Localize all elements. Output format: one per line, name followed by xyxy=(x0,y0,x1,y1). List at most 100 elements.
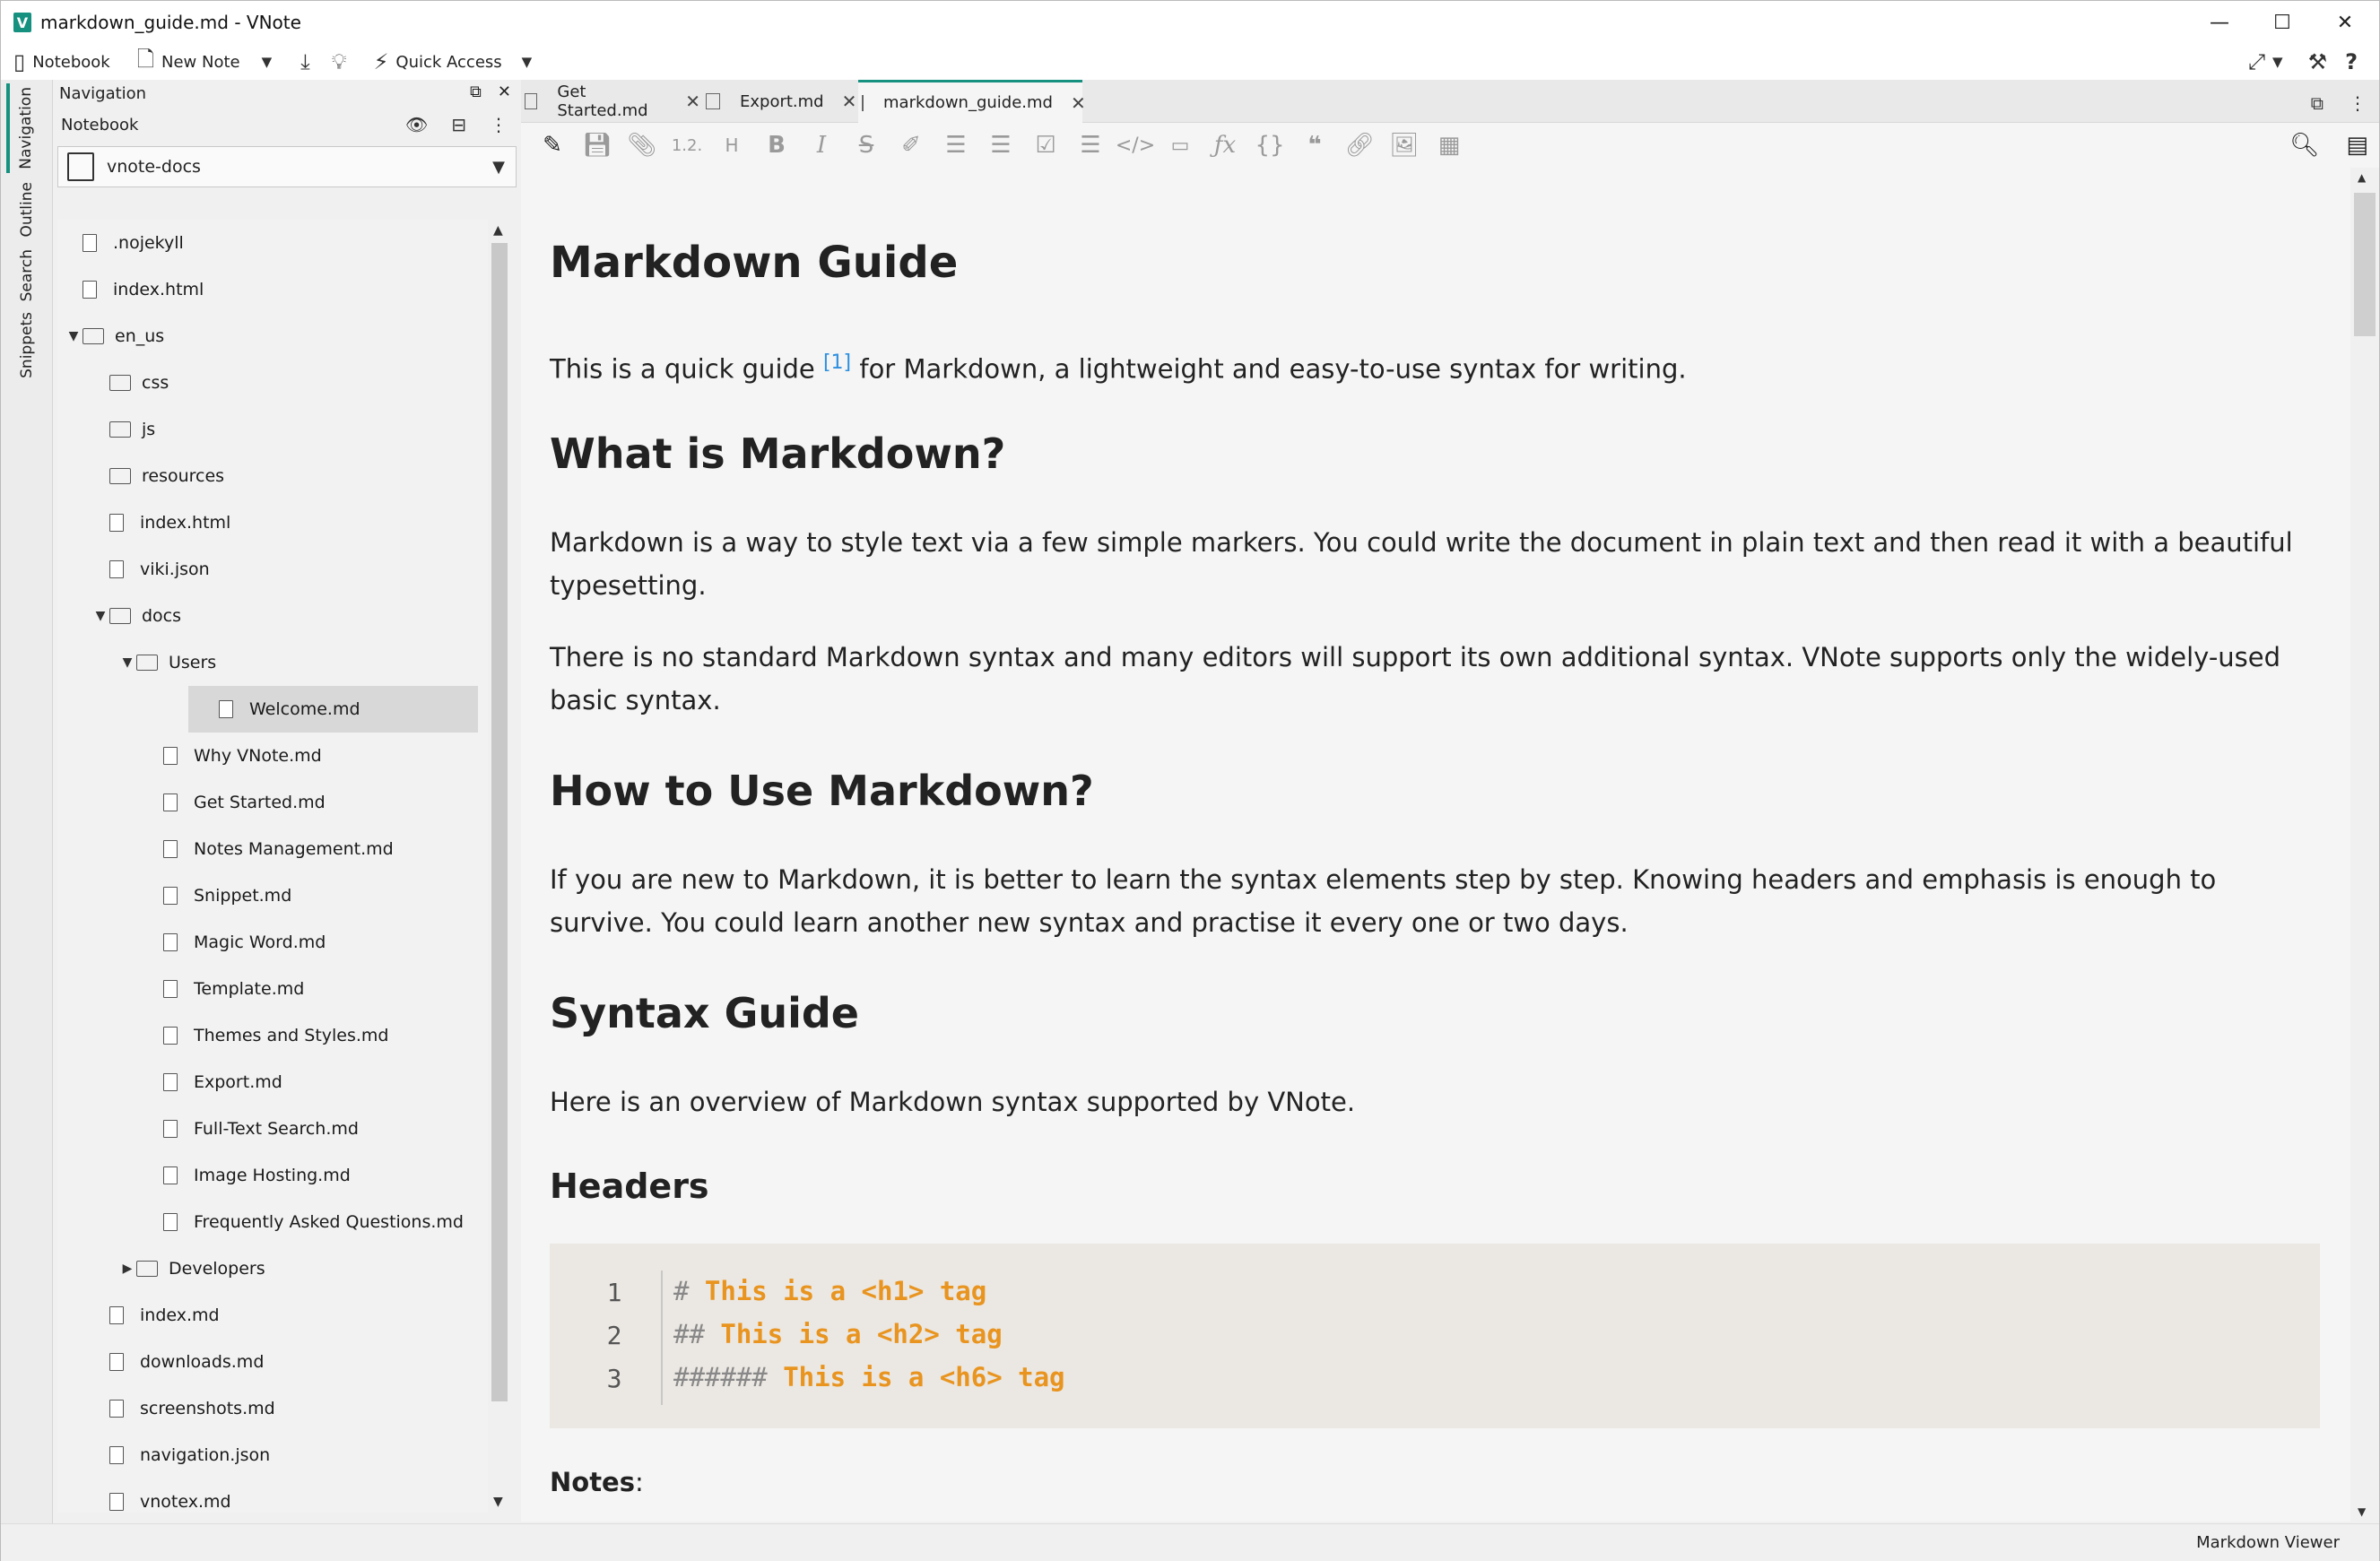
link-icon[interactable]: 🔗︎ xyxy=(1337,132,1382,159)
unordered-list-icon[interactable]: ☰ xyxy=(934,132,978,159)
scroll-down-icon[interactable]: ▼ xyxy=(493,1495,503,1509)
tab-export[interactable]: Export.md ✕ xyxy=(702,80,882,123)
close-button[interactable]: ✕ xyxy=(2315,1,2376,44)
tree-file[interactable]: index.html xyxy=(57,499,491,546)
tree-file[interactable]: Full-Text Search.md xyxy=(57,1106,491,1152)
tab-get-started[interactable]: Get Started.md ✕ xyxy=(521,80,700,123)
expand-arrow-icon[interactable]: ▼ xyxy=(118,655,136,670)
new-note-dropdown-icon[interactable]: ▼ xyxy=(262,54,273,70)
code-block-icon[interactable]: ▭ xyxy=(1158,134,1203,157)
close-tab-icon[interactable]: ✕ xyxy=(685,91,700,112)
tree-file[interactable]: Magic Word.md xyxy=(57,919,491,966)
quote-icon[interactable]: ❝ xyxy=(1292,132,1337,159)
tree-file[interactable]: Why VNote.md xyxy=(57,733,491,779)
tree-folder[interactable]: js xyxy=(57,406,491,453)
tree-item-label: Users xyxy=(169,653,217,672)
footnote-link[interactable]: [1] xyxy=(823,351,851,374)
tree-file[interactable]: vnotex.md xyxy=(57,1479,491,1513)
tree-file[interactable]: Frequently Asked Questions.md xyxy=(57,1199,491,1245)
math-icon[interactable]: ƒx xyxy=(1203,132,1247,159)
manage-notebook-icon[interactable]: ⊟ xyxy=(451,114,466,135)
maximize-button[interactable]: ☐ xyxy=(2252,1,2313,44)
chevron-down-icon[interactable]: ▼ xyxy=(492,158,505,177)
expand-button[interactable]: ⤢ ▼ xyxy=(2243,44,2289,80)
italic-icon[interactable]: I xyxy=(799,132,844,159)
minimize-button[interactable]: — xyxy=(2189,1,2250,44)
tree-file[interactable]: index.html xyxy=(57,266,491,313)
more-options-icon[interactable]: ⋮ xyxy=(490,114,508,135)
tree-file[interactable]: Snippet.md xyxy=(57,872,491,919)
markdown-viewer[interactable]: Markdown Guide This is a quick guide [1]… xyxy=(521,168,2350,1522)
editor-scrollbar-thumb[interactable] xyxy=(2354,193,2376,336)
editor-scrollbar[interactable]: ▲ ▼ xyxy=(2350,168,2379,1522)
math-block-icon[interactable]: {} xyxy=(1247,132,1292,159)
tree-folder[interactable]: ▼ en_us xyxy=(57,313,491,360)
tree-file[interactable]: Image Hosting.md xyxy=(57,1152,491,1199)
save-icon[interactable]: 💾︎ xyxy=(575,132,620,159)
tips-button[interactable]: 💡︎ xyxy=(326,44,360,80)
tree-file[interactable]: Welcome.md xyxy=(188,686,478,733)
activity-snippets[interactable]: Snippets xyxy=(15,311,39,379)
todo-list-icon[interactable]: ☑ xyxy=(1023,132,1068,159)
tree-file[interactable]: downloads.md xyxy=(57,1339,491,1385)
code-block[interactable]: 1 # This is a <h1> tag 2 ## This is a <h… xyxy=(550,1244,2320,1428)
tree-file[interactable]: Themes and Styles.md xyxy=(57,1012,491,1059)
checked-todo-list-icon[interactable]: ☰ xyxy=(1068,132,1113,159)
strikethrough-icon[interactable]: S xyxy=(844,132,889,159)
scroll-up-icon[interactable]: ▲ xyxy=(493,223,503,238)
tree-file[interactable]: viki.json xyxy=(57,546,491,593)
bold-icon[interactable]: B xyxy=(754,132,799,159)
quick-access-button[interactable]: ⚡︎ Quick Access ▼ xyxy=(369,44,538,80)
tree-file[interactable]: Get Started.md xyxy=(57,779,491,826)
notebook-button[interactable]: ▯ Notebook xyxy=(8,44,116,80)
expand-arrow-icon[interactable]: ▼ xyxy=(91,609,109,623)
close-tab-icon[interactable]: ✕ xyxy=(842,91,857,112)
tree-file[interactable]: Export.md xyxy=(57,1059,491,1106)
tab-markdown-guide[interactable]: markdown_guide.md ✕ xyxy=(858,80,1086,123)
notebook-selector[interactable]: vnote-docs ▼ xyxy=(57,146,517,187)
tree-folder[interactable]: ▶ Developers xyxy=(57,1245,491,1292)
tree-folder[interactable]: css xyxy=(57,360,491,406)
new-note-button[interactable]: 🗋 New Note ▼ xyxy=(132,44,277,80)
float-panel-icon[interactable]: ⧉ xyxy=(470,82,482,101)
view-icon[interactable]: 👁︎ xyxy=(405,114,428,135)
tree-file[interactable]: index.md xyxy=(57,1292,491,1339)
highlight-icon[interactable]: ✐ xyxy=(889,132,934,159)
scroll-down-icon[interactable]: ▼ xyxy=(2358,1505,2366,1518)
edit-pencil-icon[interactable]: ✎ xyxy=(530,132,575,159)
image-icon[interactable]: 🖼︎ xyxy=(1382,132,1427,159)
outline-toggle-icon[interactable]: ▤ xyxy=(2346,132,2368,159)
tree-scrollbar[interactable]: ▲ ▼ xyxy=(488,220,511,1513)
tab-menu-icon[interactable]: ⋮ xyxy=(2349,92,2367,114)
tree-file[interactable]: screenshots.md xyxy=(57,1385,491,1432)
tree-file[interactable]: navigation.json xyxy=(57,1432,491,1479)
attachment-icon[interactable]: 📎︎ xyxy=(620,132,664,159)
activity-outline[interactable]: Outline xyxy=(15,180,39,239)
help-button[interactable]: ? xyxy=(2340,44,2370,80)
inline-code-icon[interactable]: </> xyxy=(1113,134,1158,157)
tree-folder[interactable]: ▼ Users xyxy=(57,639,491,686)
scroll-up-icon[interactable]: ▲ xyxy=(2358,171,2366,184)
search-icon[interactable]: 🔍︎ xyxy=(2289,132,2319,159)
activity-navigation[interactable]: Navigation xyxy=(6,83,42,173)
ordered-list-icon[interactable]: ☰ xyxy=(978,132,1023,159)
tab-list-icon[interactable]: ⧉ xyxy=(2311,92,2324,114)
tree-file[interactable]: Template.md xyxy=(57,966,491,1012)
tree-file[interactable]: Notes Management.md xyxy=(57,826,491,872)
close-panel-icon[interactable]: ✕ xyxy=(498,82,511,101)
close-tab-icon[interactable]: ✕ xyxy=(1071,92,1086,114)
activity-search[interactable]: Search xyxy=(15,247,39,304)
tree-scrollbar-thumb[interactable] xyxy=(491,243,508,1401)
collapse-arrow-icon[interactable]: ▶ xyxy=(118,1262,136,1276)
heading-icon[interactable]: H xyxy=(709,134,754,156)
tree-folder[interactable]: resources xyxy=(57,453,491,499)
table-icon[interactable]: ▦ xyxy=(1427,132,1472,159)
tree-file[interactable]: .nojekyll xyxy=(57,220,491,266)
expand-dropdown-icon[interactable]: ▼ xyxy=(2272,54,2283,70)
settings-button[interactable]: ⚒ xyxy=(2303,44,2341,80)
quick-access-dropdown-icon[interactable]: ▼ xyxy=(522,54,533,70)
section-number-icon[interactable]: 1.2. xyxy=(664,136,709,155)
import-button[interactable]: ⤓ xyxy=(295,44,323,80)
tree-folder[interactable]: ▼ docs xyxy=(57,593,491,639)
expand-arrow-icon[interactable]: ▼ xyxy=(65,329,83,343)
